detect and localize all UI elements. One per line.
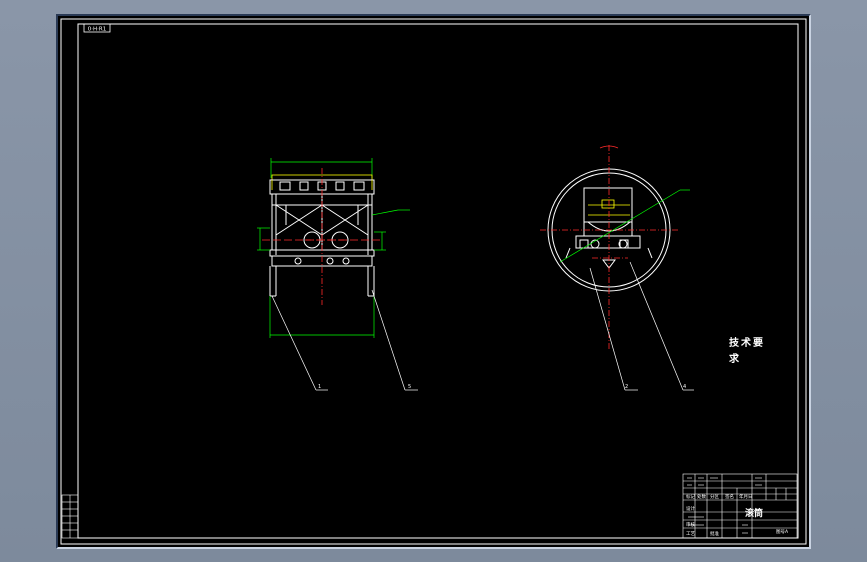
tb-label-5: 设计 xyxy=(686,505,695,512)
balloon-1: 1 xyxy=(318,384,321,390)
title-block-text: 标记 处数 分区 签名 年月日 设计 审核 工艺 批准 图号A xyxy=(686,493,789,537)
balloon-5: 5 xyxy=(408,384,411,390)
section-view: 2 4 xyxy=(540,145,694,391)
tech-requirements-line-2: 求 xyxy=(729,354,741,365)
side-view: 1 5 xyxy=(257,158,418,391)
tb-bottom-right: 图号A xyxy=(776,529,789,535)
tb-label-1: 处数 xyxy=(697,493,706,500)
balloon-4: 4 xyxy=(683,384,686,390)
stamp-text: 0·H·R1 xyxy=(88,27,106,33)
dim-side xyxy=(257,209,410,338)
tb-label-6: 审核 xyxy=(686,521,695,528)
tb-label-8: 批准 xyxy=(710,530,719,537)
tb-label-0: 标记 xyxy=(686,493,695,500)
title-block xyxy=(682,473,798,539)
tb-label-2: 分区 xyxy=(710,493,719,500)
cad-drawing: 0·H·R1 1 5 2 4 标记 处数 分区 签名 年月日 设计 审核 工艺 … xyxy=(60,18,807,545)
balloon-2: 2 xyxy=(625,384,628,390)
tb-label-7: 工艺 xyxy=(686,531,695,537)
outer-frame xyxy=(60,18,807,545)
inner-frame xyxy=(77,23,799,539)
title-block-name: 滚筒 xyxy=(745,507,763,519)
stamp-top-left: 0·H·R1 xyxy=(83,23,111,33)
tb-label-3: 签名 xyxy=(725,493,734,500)
tech-requirements-line-1: 技术要 xyxy=(729,338,765,349)
tech-requirements: 技术要 求 xyxy=(729,336,765,368)
binding-strip xyxy=(61,494,79,539)
tb-label-4: 年月日 xyxy=(739,493,753,500)
